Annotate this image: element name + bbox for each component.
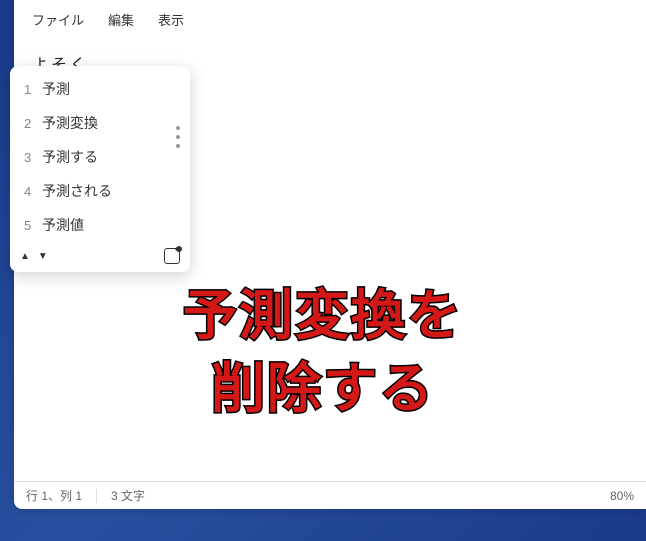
candidate-number: 3: [24, 150, 42, 165]
ime-popup-footer: ▲ ▼: [10, 242, 190, 266]
candidate-number: 5: [24, 218, 42, 233]
ime-candidate-1[interactable]: 1 予測: [10, 72, 190, 106]
status-char-count: 3 文字: [107, 487, 149, 504]
ime-candidate-5[interactable]: 5 予測値: [10, 208, 190, 242]
status-position: 行 1、列 1: [22, 487, 86, 504]
candidate-text: 予測: [42, 79, 176, 99]
candidate-number: 2: [24, 116, 42, 131]
ime-candidate-popup: 1 予測 2 予測変換 3 予測する 4 予測される 5 予測値 ▲ ▼: [10, 66, 190, 272]
next-page-arrow[interactable]: ▼: [38, 251, 48, 262]
candidate-text: 予測値: [42, 215, 176, 235]
menu-edit[interactable]: 編集: [98, 6, 144, 33]
menu-view[interactable]: 表示: [148, 6, 194, 33]
menubar: ファイル 編集 表示: [14, 0, 646, 39]
prev-page-arrow[interactable]: ▲: [20, 251, 30, 262]
status-bar: 行 1、列 1 3 文字 80%: [14, 481, 646, 509]
ime-candidate-4[interactable]: 4 予測される: [10, 174, 190, 208]
candidate-number: 1: [24, 82, 42, 97]
candidate-text: 予測する: [42, 147, 176, 167]
status-zoom[interactable]: 80%: [606, 489, 638, 503]
menu-file[interactable]: ファイル: [22, 6, 94, 33]
ime-candidate-2[interactable]: 2 予測変換: [10, 106, 190, 140]
candidate-text: 予測される: [42, 181, 176, 201]
status-separator: [96, 489, 97, 503]
ime-settings-icon[interactable]: [164, 248, 180, 264]
ime-candidate-3[interactable]: 3 予測する: [10, 140, 190, 174]
more-options-icon[interactable]: [176, 126, 180, 148]
candidate-number: 4: [24, 184, 42, 199]
candidate-text: 予測変換: [42, 113, 176, 133]
